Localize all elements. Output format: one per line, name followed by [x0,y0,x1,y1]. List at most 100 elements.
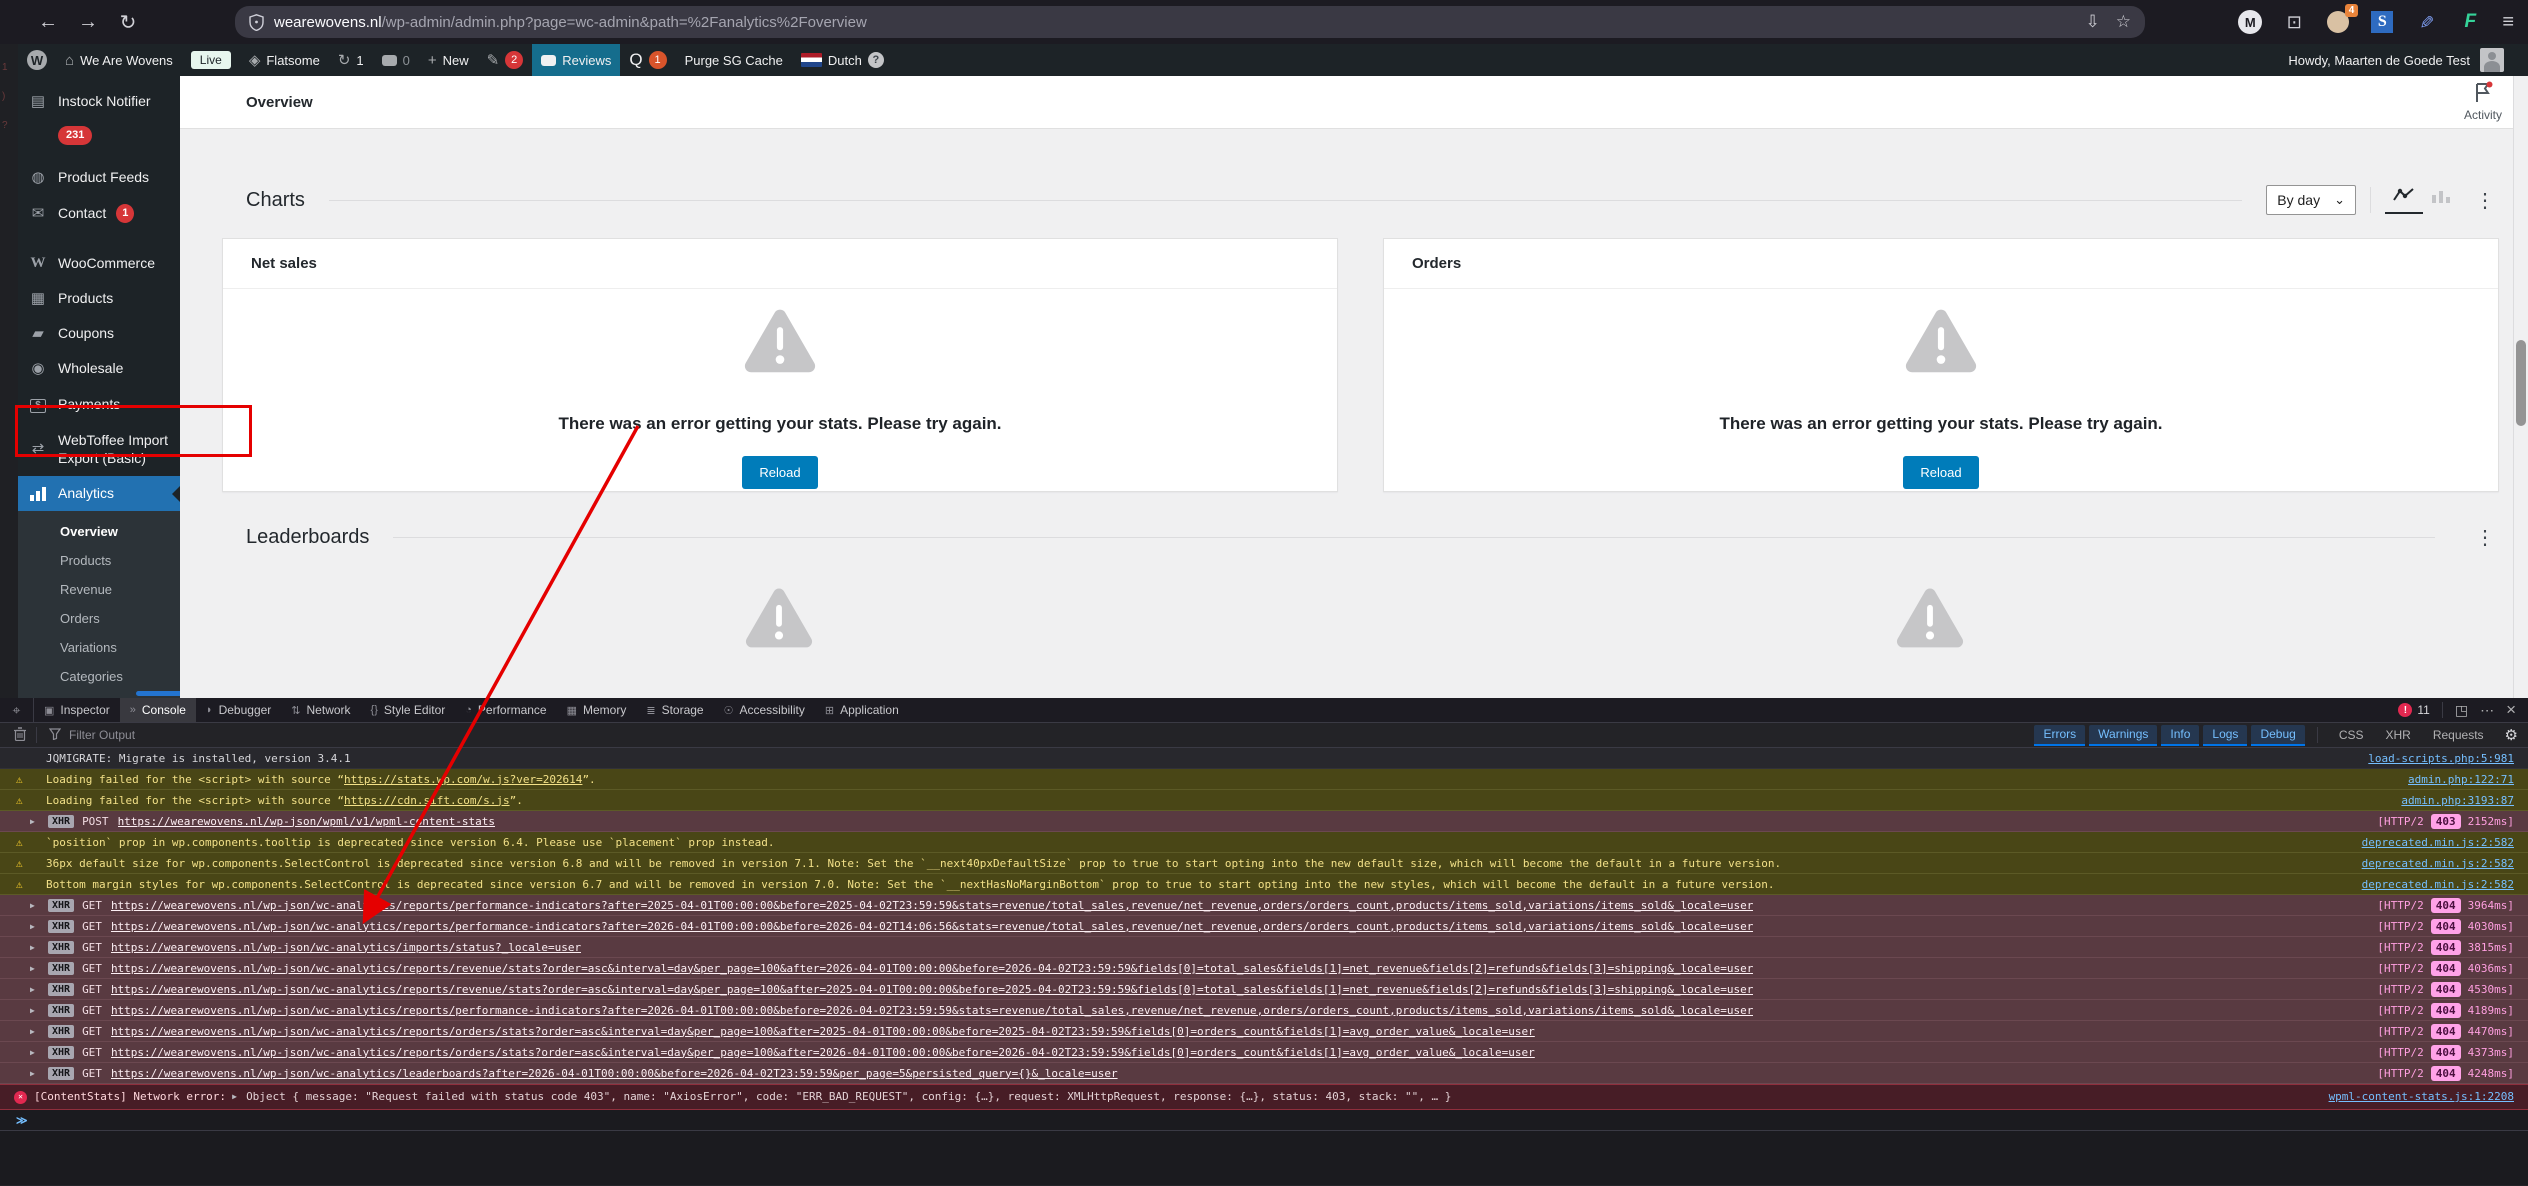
sidebar-item-product-feeds[interactable]: ◍ Product Feeds [18,160,180,195]
wp-logo-menu[interactable]: W [18,44,56,76]
bar-chart-toggle[interactable] [2423,188,2459,213]
request-url-link[interactable]: https://wearewovens.nl/wp-json/wc-analyt… [111,1021,1535,1041]
page-scrollbar[interactable] [2513,76,2528,700]
extensions-puzzle-icon[interactable]: ⊡ [2282,10,2306,34]
back-icon[interactable]: ← [28,11,68,34]
tab-console[interactable]: » Console [119,698,196,722]
error-object-preview[interactable]: Object { message: "Request failed with s… [246,1085,1451,1109]
source-link[interactable]: admin.php:3193:87 [2401,790,2514,810]
request-url-link[interactable]: https://wearewovens.nl/wp-json/wc-analyt… [111,979,1753,999]
submenu-item-variations[interactable]: Variations [18,633,180,662]
expand-arrow-icon[interactable]: ▶ [30,1042,48,1062]
filter-warnings-button[interactable]: Warnings [2089,724,2158,746]
error-count-badge[interactable]: ! 11 [2398,703,2430,717]
submenu-item-categories[interactable]: Categories [18,662,180,691]
site-name-menu[interactable]: ⌂ We Are Wovens [56,44,182,76]
expand-arrow-icon[interactable]: ▶ [30,895,48,915]
flatsome-menu[interactable]: ◈ Flatsome [240,44,329,76]
expand-arrow-icon[interactable]: ▶ [30,979,48,999]
howdy-menu[interactable]: Howdy, Maarten de Goede Test [2288,53,2470,68]
devtools-options-icon[interactable]: ⋯ [2480,702,2494,719]
source-link[interactable]: deprecated.min.js:2:582 [2362,832,2514,852]
expand-arrow-icon[interactable]: ▶ [30,937,48,957]
reload-button[interactable]: Reload [1903,456,1979,489]
filter-xhr-button[interactable]: XHR [2377,726,2420,744]
request-url-link[interactable]: https://wearewovens.nl/wp-json/wc-analyt… [111,1063,1118,1083]
filter-css-button[interactable]: CSS [2330,726,2373,744]
bookmark-star-icon[interactable]: ☆ [2116,12,2131,32]
responsive-mode-icon[interactable]: ◳ [2455,702,2468,719]
request-url-link[interactable]: https://wearewovens.nl/wp-json/wpml/v1/w… [118,811,496,831]
sidebar-item-analytics[interactable]: Analytics [18,476,180,511]
submenu-item-overview[interactable]: Overview [18,517,180,546]
filter-info-button[interactable]: Info [2161,724,2200,746]
tab-style-editor[interactable]: {} Style Editor [361,698,456,722]
filter-output-input[interactable] [69,728,389,742]
tab-storage[interactable]: ≣ Storage [636,698,713,722]
request-url-link[interactable]: https://wearewovens.nl/wp-json/wc-analyt… [111,958,1753,978]
sidebar-item-contact[interactable]: ✉ Contact 1 [18,195,180,232]
source-link[interactable]: admin.php:122:71 [2408,769,2514,789]
language-menu[interactable]: Dutch? [792,44,893,76]
updates-menu[interactable]: ↻ 1 [329,44,373,76]
comments-menu[interactable]: 0 [373,44,419,76]
scrollbar-thumb[interactable] [2516,340,2526,426]
source-link[interactable]: load-scripts.php:5:981 [2368,748,2514,768]
menu-icon[interactable]: ≡ [2502,11,2514,34]
request-url-link[interactable]: https://wearewovens.nl/wp-json/wc-analyt… [111,916,1753,936]
expand-arrow-icon[interactable]: ▶ [232,1085,246,1109]
source-link[interactable]: deprecated.min.js:2:582 [2362,874,2514,894]
sidebar-item-wholesale[interactable]: ◉ Wholesale [18,351,180,386]
forms-menu[interactable]: ✎ 2 [478,44,533,76]
source-link[interactable]: deprecated.min.js:2:582 [2362,853,2514,873]
tab-network[interactable]: ⇅ Network [281,698,360,722]
submenu-item-products[interactable]: Products [18,546,180,575]
extension-f-icon[interactable]: F [2458,10,2482,34]
extension-paw-icon[interactable]: 4 [2326,4,2359,34]
tab-inspector[interactable]: ▣ Inspector [34,698,120,722]
live-badge[interactable]: Live [182,44,240,76]
purge-cache-menu[interactable]: Purge SG Cache [676,44,792,76]
charts-kebab-menu[interactable]: ⋮ [2469,188,2502,213]
tab-debugger[interactable]: ◗ Debugger [196,698,281,722]
filter-debug-button[interactable]: Debug [2251,724,2305,746]
query-monitor-menu[interactable]: Q1 [620,44,675,76]
source-link[interactable]: wpml-content-stats.js:1:2208 [2329,1085,2514,1109]
failed-script-link[interactable]: https://cdn.sift.com/s.js [344,794,510,807]
console-settings-icon[interactable]: ⚙ [2505,726,2518,744]
console-input-row[interactable]: ≫ [0,1110,2528,1131]
reviews-menu[interactable]: Reviews [532,44,621,76]
sidebar-item-instock-notifier[interactable]: ▤ Instock Notifier 231 [18,84,180,160]
extension-m-icon[interactable]: M [2238,10,2263,34]
tab-memory[interactable]: ▦ Memory [557,698,637,722]
sidebar-item-woocommerce[interactable]: W WooCommerce [18,246,180,281]
expand-arrow-icon[interactable]: ▶ [30,958,48,978]
extension-pen-icon[interactable]: ✎ [2414,10,2438,34]
avatar[interactable] [2480,48,2504,72]
leaderboards-kebab-menu[interactable]: ⋮ [2469,525,2502,550]
tab-accessibility[interactable]: ☉ Accessibility [714,698,815,722]
expand-arrow-icon[interactable]: ▶ [30,1063,48,1083]
expand-arrow-icon[interactable]: ▶ [30,916,48,936]
tab-application[interactable]: ⊞ Application [815,698,909,722]
line-chart-toggle[interactable] [2385,187,2423,214]
request-url-link[interactable]: https://wearewovens.nl/wp-json/wc-analyt… [111,1000,1753,1020]
request-url-link[interactable]: https://wearewovens.nl/wp-json/wc-analyt… [111,937,581,957]
submenu-item-orders[interactable]: Orders [18,604,180,633]
request-url-link[interactable]: https://wearewovens.nl/wp-json/wc-analyt… [111,1042,1535,1062]
reload-button[interactable]: Reload [742,456,818,489]
tab-performance[interactable]: ◔ Performance [455,698,556,722]
forward-icon[interactable]: → [68,11,108,34]
filter-requests-button[interactable]: Requests [2424,726,2493,744]
submenu-item-revenue[interactable]: Revenue [18,575,180,604]
request-url-link[interactable]: https://wearewovens.nl/wp-json/wc-analyt… [111,895,1753,915]
expand-arrow-icon[interactable]: ▶ [30,1000,48,1020]
expand-arrow-icon[interactable]: ▶ [30,1021,48,1041]
help-icon[interactable]: ? [867,52,884,68]
sidebar-item-coupons[interactable]: ▰ Coupons [18,316,180,351]
clear-console-icon[interactable] [14,726,26,744]
sidebar-item-products[interactable]: ▦ Products [18,281,180,316]
new-content-menu[interactable]: + New [419,44,478,76]
extension-s-icon[interactable]: S [2370,10,2394,34]
pick-element-icon[interactable]: ⌖ [0,698,34,722]
